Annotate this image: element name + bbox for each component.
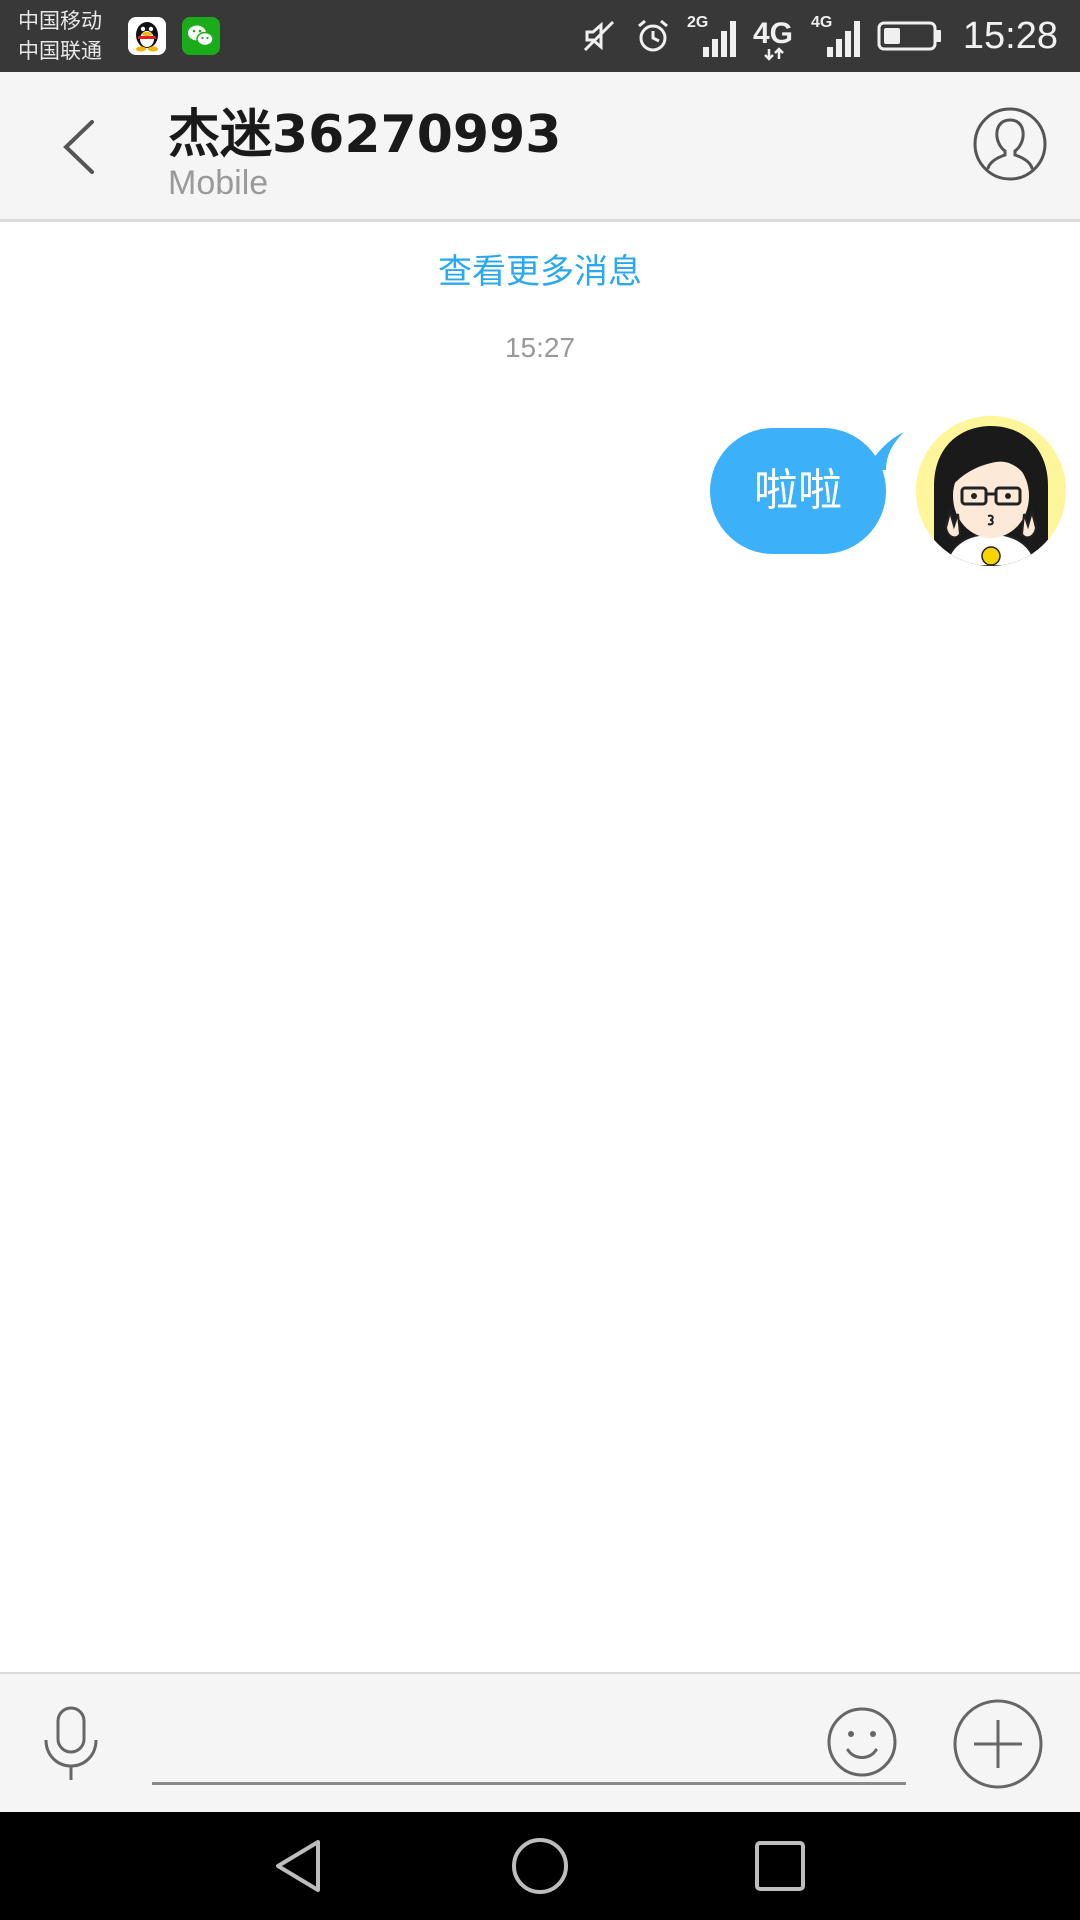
wechat-icon xyxy=(182,17,220,55)
signal-4g-icon: 4G xyxy=(811,11,863,61)
qq-icon xyxy=(128,17,166,55)
signal-2g-icon: 2G xyxy=(687,11,739,61)
chevron-left-icon xyxy=(63,120,94,174)
load-more-messages-link[interactable]: 查看更多消息 xyxy=(0,244,1080,293)
microphone-icon xyxy=(44,1706,98,1780)
back-button[interactable] xyxy=(48,110,112,184)
carrier-1-label: 中国移动 xyxy=(18,9,102,33)
profile-button[interactable] xyxy=(972,106,1048,182)
alarm-icon xyxy=(633,16,673,56)
smiley-icon xyxy=(827,1707,897,1777)
battery-icon xyxy=(877,16,943,56)
message-timestamp: 15:27 xyxy=(504,332,576,363)
chat-header: 杰迷36270993 Mobile xyxy=(0,72,1080,222)
status-indicators: 2G 4G 4G 15:28 xyxy=(579,0,1058,72)
network-label-4g: 4G xyxy=(753,17,793,50)
avatar-illustration xyxy=(916,416,1066,566)
nav-back-button[interactable] xyxy=(268,1834,332,1898)
chat-title: 杰迷36270993 xyxy=(168,105,562,165)
mute-icon xyxy=(579,16,619,56)
nav-recent-icon xyxy=(755,1841,805,1891)
message-bubble[interactable]: 啦啦 xyxy=(710,428,886,554)
status-bar: 中国移动 中国联通 2G 4G 4G 15:28 xyxy=(0,0,1080,72)
network-4g-icon: 4G xyxy=(753,11,797,61)
plus-circle-icon xyxy=(953,1699,1043,1789)
cartoon-girl-avatar[interactable] xyxy=(916,416,1066,566)
status-time: 15:28 xyxy=(962,14,1058,57)
message-row-outgoing: 啦啦 xyxy=(666,416,1066,566)
voice-input-button[interactable] xyxy=(38,1704,104,1784)
chat-subtitle: Mobile xyxy=(168,164,269,202)
system-nav-bar xyxy=(0,1812,1080,1920)
network-label-4g-small: 4G xyxy=(811,14,832,31)
more-options-button[interactable] xyxy=(952,1698,1044,1790)
nav-home-button[interactable] xyxy=(508,1834,572,1898)
nav-recent-button[interactable] xyxy=(748,1834,812,1898)
person-outline-icon xyxy=(973,107,1047,181)
input-bar xyxy=(0,1672,1080,1812)
carrier-2-label: 中国联通 xyxy=(18,39,102,63)
network-label-2g: 2G xyxy=(687,14,708,31)
nav-back-icon xyxy=(276,1840,320,1892)
emoji-button[interactable] xyxy=(826,1706,898,1778)
message-input[interactable] xyxy=(152,1710,906,1785)
nav-home-icon xyxy=(512,1838,568,1894)
carrier-info: 中国移动 中国联通 xyxy=(18,6,102,66)
